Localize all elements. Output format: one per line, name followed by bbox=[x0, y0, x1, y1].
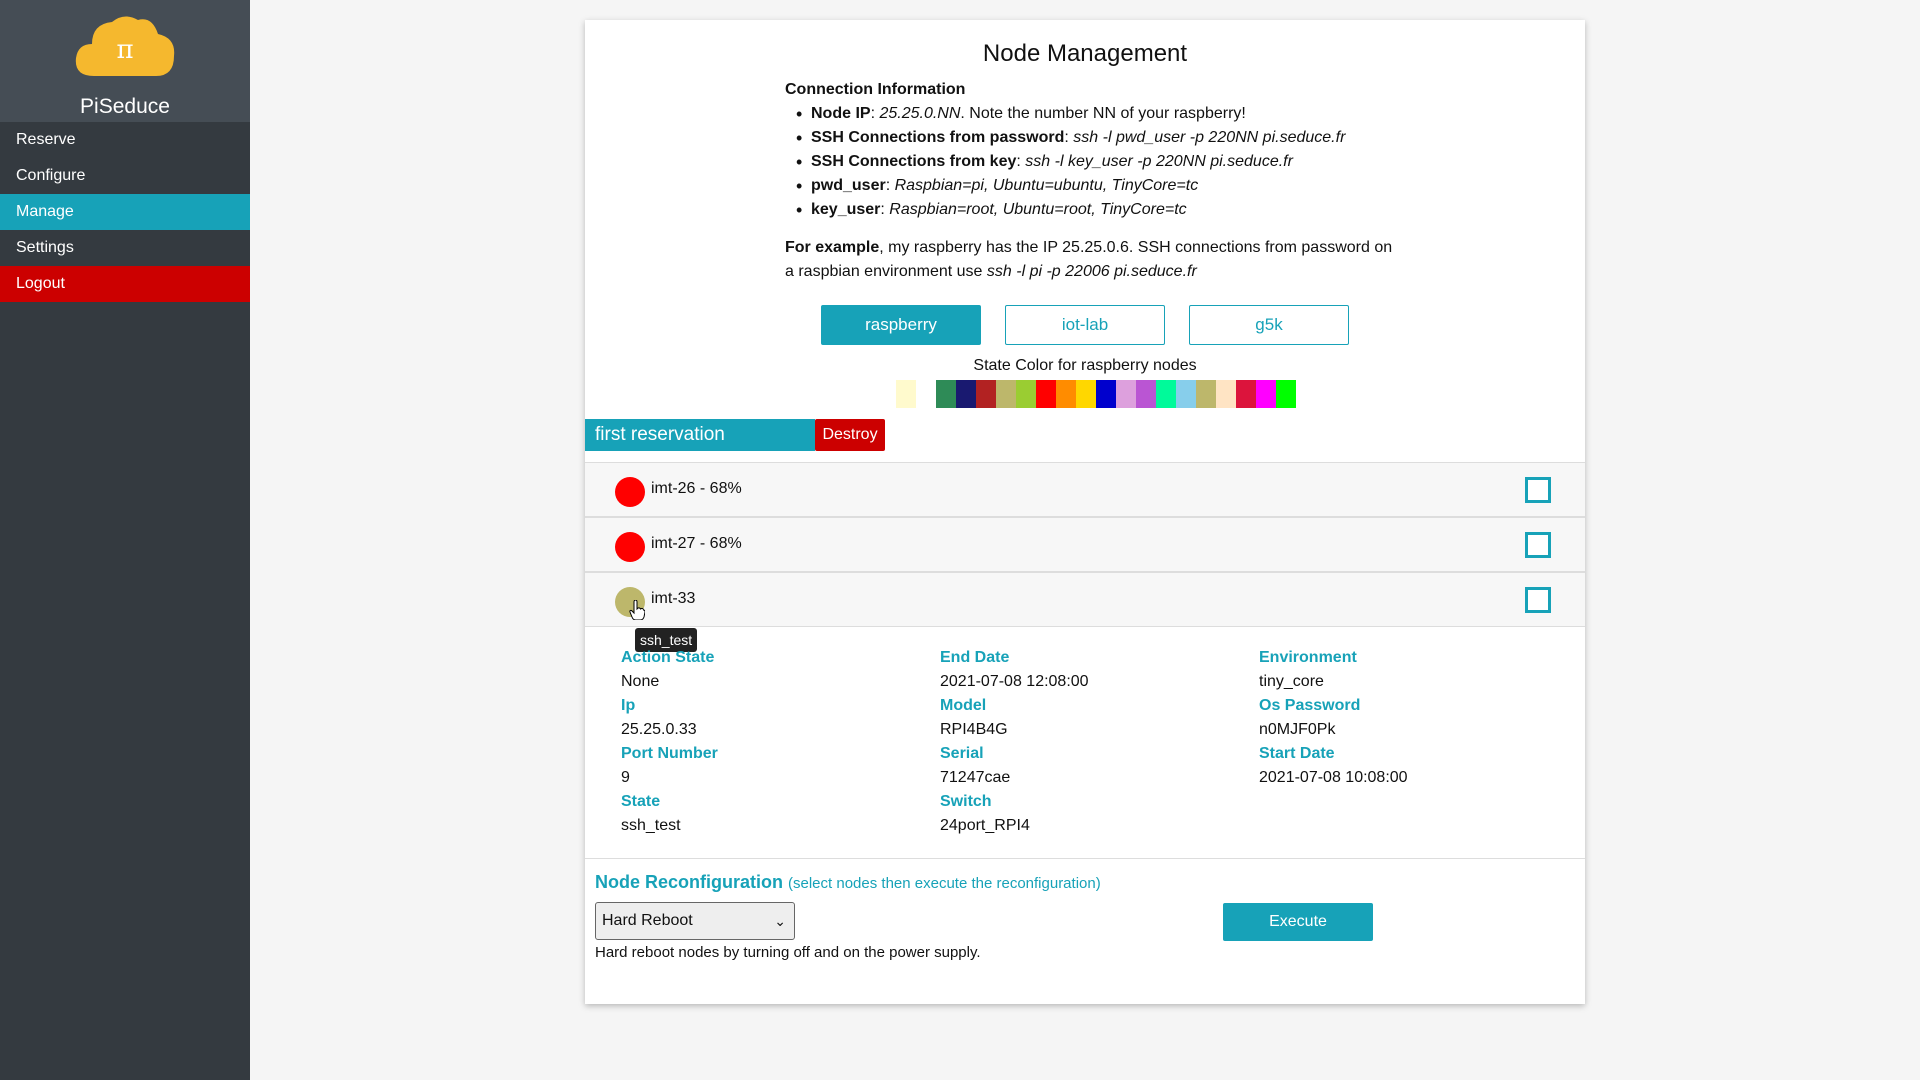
state-color-swatch bbox=[1136, 380, 1156, 408]
detail-label: State bbox=[621, 793, 661, 810]
state-color-swatch bbox=[976, 380, 996, 408]
detail-label: Environment bbox=[1259, 649, 1357, 666]
detail-label: Os Password bbox=[1259, 697, 1361, 714]
node-select-checkbox[interactable] bbox=[1525, 587, 1551, 613]
node-type-tabs: raspberry iot-lab g5k bbox=[821, 305, 1349, 345]
detail-value: 2021-07-08 12:08:00 bbox=[940, 673, 1089, 690]
brand: π PiSeduce bbox=[0, 0, 250, 122]
state-color-swatch bbox=[1236, 380, 1256, 408]
detail-label: Start Date bbox=[1259, 745, 1335, 762]
state-color-swatch bbox=[956, 380, 976, 408]
connection-info-title: Connection Information bbox=[785, 81, 966, 98]
sidebar-item-reserve[interactable]: Reserve bbox=[0, 122, 250, 158]
execute-button[interactable]: Execute bbox=[1223, 903, 1373, 941]
state-color-swatch bbox=[1036, 380, 1056, 408]
detail-label: Port Number bbox=[621, 745, 718, 762]
detail-value: 25.25.0.33 bbox=[621, 721, 697, 738]
detail-value: 9 bbox=[621, 769, 630, 786]
node-name: imt-33 bbox=[651, 590, 696, 607]
sidebar-item-settings[interactable]: Settings bbox=[0, 230, 250, 266]
connection-info: Connection Information Node IP: 25.25.0.… bbox=[785, 78, 1405, 222]
list-item: SSH Connections from key: ssh -l key_use… bbox=[796, 150, 1405, 174]
tab-raspberry[interactable]: raspberry bbox=[821, 305, 981, 345]
state-color-swatch bbox=[916, 380, 936, 408]
detail-value: None bbox=[621, 673, 660, 690]
state-color-swatch bbox=[1196, 380, 1216, 408]
state-color-swatch bbox=[1156, 380, 1176, 408]
detail-value: tiny_core bbox=[1259, 673, 1324, 690]
node-row[interactable]: imt-33 bbox=[585, 572, 1585, 627]
detail-label: Switch bbox=[940, 793, 992, 810]
chevron-down-icon: ⌄ bbox=[774, 913, 786, 929]
state-color-swatch bbox=[1056, 380, 1076, 408]
node-state-dot[interactable] bbox=[615, 532, 645, 562]
node-management-card: Node Management Connection Information N… bbox=[585, 20, 1585, 1004]
connection-example: For example, my raspberry has the IP 25.… bbox=[785, 239, 1393, 280]
detail-value: RPI4B4G bbox=[940, 721, 1008, 738]
sidebar-item-configure[interactable]: Configure bbox=[0, 158, 250, 194]
detail-value: 24port_RPI4 bbox=[940, 817, 1030, 834]
details-column: End Date 2021-07-08 12:08:00 Model RPI4B… bbox=[940, 646, 1250, 838]
destroy-button[interactable]: Destroy bbox=[815, 419, 885, 451]
detail-label: End Date bbox=[940, 649, 1010, 666]
node-name: imt-26 - 68% bbox=[651, 480, 742, 497]
cloud-logo-icon: π bbox=[75, 16, 175, 77]
detail-label: Model bbox=[940, 697, 987, 714]
sidebar-item-logout[interactable]: Logout bbox=[0, 266, 250, 302]
state-color-swatch bbox=[1176, 380, 1196, 408]
page-title: Node Management bbox=[982, 40, 1188, 67]
state-color-swatch bbox=[1116, 380, 1136, 408]
state-color-swatch bbox=[896, 380, 916, 408]
state-color-swatch bbox=[996, 380, 1016, 408]
list-item: SSH Connections from password: ssh -l pw… bbox=[796, 126, 1405, 150]
node-state-dot[interactable] bbox=[615, 477, 645, 507]
details-column: Environment tiny_core Os Password n0MJF0… bbox=[1259, 646, 1569, 790]
node-row[interactable]: imt-26 - 68% bbox=[585, 462, 1585, 517]
state-color-swatch bbox=[1096, 380, 1116, 408]
reconfiguration-selected: Hard Reboot bbox=[602, 912, 693, 929]
state-color-legend bbox=[896, 380, 1296, 408]
detail-label: Action State bbox=[621, 649, 715, 666]
state-color-swatch bbox=[1076, 380, 1096, 408]
node-row[interactable]: imt-27 - 68% bbox=[585, 517, 1585, 572]
detail-label: Serial bbox=[940, 745, 984, 762]
hand-cursor-icon bbox=[629, 600, 645, 620]
list-item: pwd_user: Raspbian=pi, Ubuntu=ubuntu, Ti… bbox=[796, 174, 1405, 198]
reservation-header[interactable]: first reservation bbox=[585, 419, 815, 451]
detail-value: 71247cae bbox=[940, 769, 1011, 786]
state-color-swatch bbox=[936, 380, 956, 408]
connection-info-list: Node IP: 25.25.0.NN. Note the number NN … bbox=[796, 102, 1405, 222]
detail-value: n0MJF0Pk bbox=[1259, 721, 1336, 738]
tab-g5k[interactable]: g5k bbox=[1189, 305, 1349, 345]
state-color-swatch bbox=[1016, 380, 1036, 408]
tab-iot-lab[interactable]: iot-lab bbox=[1005, 305, 1165, 345]
node-name: imt-27 - 68% bbox=[651, 535, 742, 552]
brand-name: PiSeduce bbox=[80, 95, 170, 118]
state-color-swatch bbox=[1216, 380, 1236, 408]
state-color-swatch bbox=[1276, 380, 1296, 408]
detail-value: ssh_test bbox=[621, 817, 681, 834]
reconfiguration-hint: (select nodes then execute the reconfigu… bbox=[788, 875, 1101, 892]
detail-label: Ip bbox=[621, 697, 636, 714]
node-select-checkbox[interactable] bbox=[1525, 477, 1551, 503]
state-color-label: State Color for raspberry nodes bbox=[973, 357, 1197, 374]
state-color-swatch bbox=[1256, 380, 1276, 408]
list-item: Node IP: 25.25.0.NN. Note the number NN … bbox=[796, 102, 1405, 126]
sidebar: π PiSeduce Reserve Configure Manage Sett… bbox=[0, 0, 250, 1080]
reconfiguration-help: Hard reboot nodes by turning off and on … bbox=[595, 944, 981, 961]
details-column: Action State None Ip 25.25.0.33 Port Num… bbox=[621, 646, 931, 838]
sidebar-item-manage[interactable]: Manage bbox=[0, 194, 250, 230]
section-divider bbox=[585, 858, 1585, 859]
node-select-checkbox[interactable] bbox=[1525, 532, 1551, 558]
detail-value: 2021-07-08 10:08:00 bbox=[1259, 769, 1408, 786]
logo-symbol: π bbox=[116, 35, 133, 65]
list-item: key_user: Raspbian=root, Ubuntu=root, Ti… bbox=[796, 198, 1405, 222]
reconfiguration-select[interactable]: Hard Reboot ⌄ bbox=[595, 902, 795, 940]
reconfiguration-title: Node Reconfiguration (select nodes then … bbox=[595, 872, 1101, 892]
